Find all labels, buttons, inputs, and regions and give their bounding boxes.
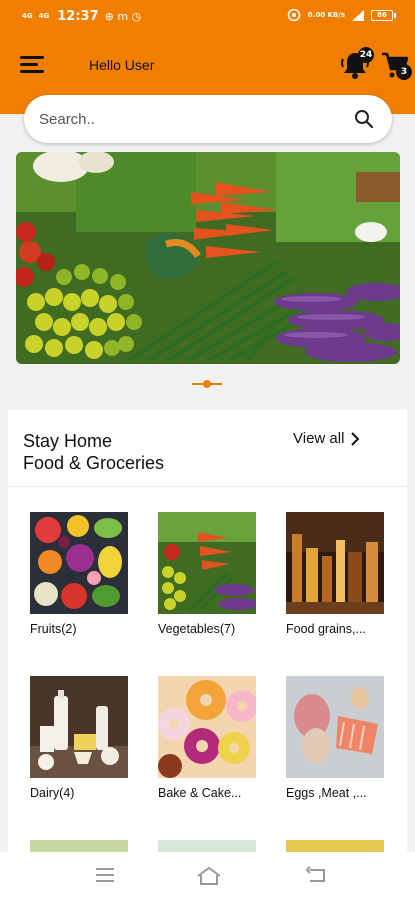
category-label: Vegetables(7) [158,622,236,636]
battery-icon: 86 [371,9,396,21]
home-icon[interactable] [196,866,222,886]
category-tile[interactable] [30,840,130,852]
category-label: Bake & Cake... [158,786,242,800]
vegetables-image [158,512,256,614]
category-eggs-meat[interactable]: Eggs ,Meat ,... [286,676,386,800]
category-image [286,840,384,852]
category-dairy[interactable]: Dairy(4) [30,676,130,800]
view-all-link[interactable]: View all [293,430,360,447]
notification-icons: ⊕ m ◷ [104,10,142,23]
greeting-text: Hello User [89,57,155,73]
search-placeholder: Search.. [39,111,95,128]
category-label: Eggs ,Meat ,... [286,786,367,800]
divider [8,486,407,487]
fruits-image [30,512,128,614]
carousel-indicator[interactable] [192,380,222,388]
section-title-line1: Stay Home [23,431,113,451]
status-bar: 4G 4G 12:37 ⊕ m ◷ 0.00 KB/s 86 [0,6,415,28]
category-label: Food grains,... [286,622,366,636]
category-vegetables[interactable]: Vegetables(7) [158,512,258,636]
wifi-icon [287,9,301,21]
view-all-label: View all [293,430,345,447]
category-label: Fruits(2) [30,622,77,636]
eggs-meat-image [286,676,384,778]
cart-button[interactable]: 3 [380,50,412,80]
search-icon[interactable] [354,109,374,129]
category-tile[interactable] [286,840,386,852]
dairy-image [30,676,128,778]
menu-button[interactable] [20,56,44,74]
category-tile[interactable] [158,840,258,852]
signal-icon: 4G [22,12,33,20]
category-label: Dairy(4) [30,786,75,800]
search-input[interactable]: Search.. [24,95,392,143]
food-grains-image [286,512,384,614]
vegetables-banner-image [16,152,400,364]
cell-signal-icon [352,9,364,21]
category-image [158,840,256,852]
system-nav-bar [0,852,415,900]
notification-badge: 24 [358,47,374,63]
category-fruits[interactable]: Fruits(2) [30,512,130,636]
data-speed: 0.00 KB/s [307,10,345,19]
chevron-right-icon [351,431,360,446]
notifications-button[interactable]: 24 [340,47,374,80]
section-title-line2: Food & Groceries [23,453,165,473]
category-food-grains[interactable]: Food grains,... [286,512,386,636]
signal-icon: 4G [38,12,50,20]
bake-cake-image [158,676,256,778]
category-bake-cake[interactable]: Bake & Cake... [158,676,258,800]
back-icon[interactable] [306,866,328,884]
menu-icon[interactable] [94,866,116,884]
clock: 12:37 [57,9,99,24]
cart-badge: 3 [396,64,412,80]
category-image [30,840,128,852]
categories-section: Stay Home Food & Groceries View all Frui… [8,410,407,870]
section-title: Stay Home Food & Groceries [23,430,164,474]
promo-banner[interactable] [16,152,400,364]
